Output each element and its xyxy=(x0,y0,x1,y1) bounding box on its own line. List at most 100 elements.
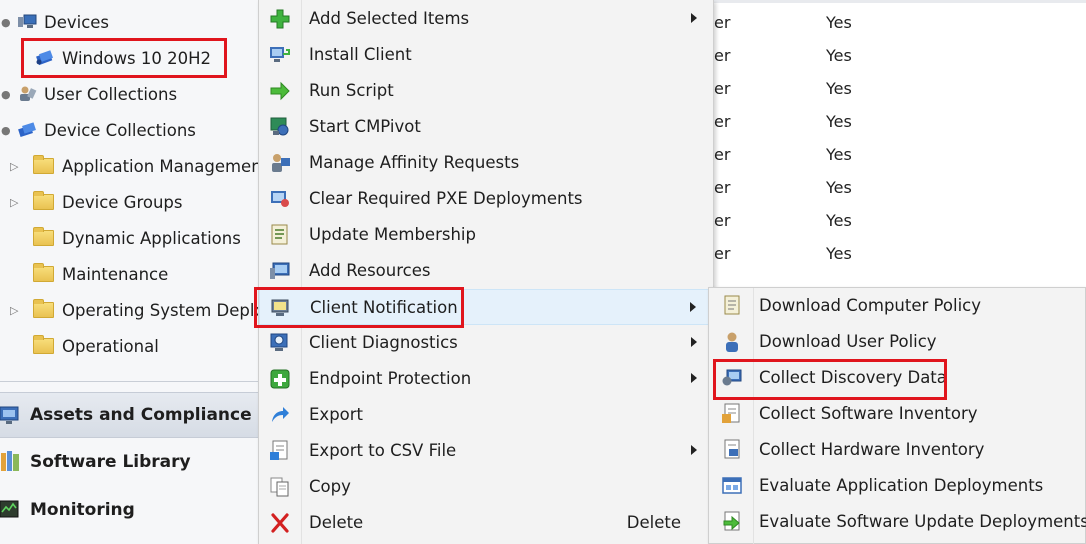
submenu-arrow-icon xyxy=(691,337,697,347)
list-row[interactable]: er Yes xyxy=(714,104,1086,137)
list-cell: er xyxy=(714,178,731,197)
menu-item-label: Collect Software Inventory xyxy=(759,404,978,423)
user-policy-icon xyxy=(726,332,738,352)
computer-policy-icon xyxy=(724,295,740,315)
csv-export-icon xyxy=(270,440,288,460)
menu-item-run-script[interactable]: Run Script xyxy=(259,73,713,109)
list-cell: er xyxy=(714,244,731,263)
assets-compliance-icon xyxy=(0,406,19,424)
menu-item-client-diagnostics[interactable]: Client Diagnostics xyxy=(259,325,713,361)
list-row[interactable]: er Yes xyxy=(714,137,1086,170)
list-row[interactable]: er Yes xyxy=(714,203,1086,236)
tree-folder-operational[interactable]: Operational xyxy=(33,329,159,363)
list-cell: Yes xyxy=(826,79,852,98)
menu-item-label: Download Computer Policy xyxy=(759,296,981,315)
list-cell: er xyxy=(714,46,731,65)
workspace-software-library[interactable]: Software Library xyxy=(0,439,258,485)
client-diagnostics-icon xyxy=(270,333,288,351)
devices-icon xyxy=(18,14,37,28)
submenu-item-download-user-policy[interactable]: Download User Policy xyxy=(709,325,1085,361)
menu-item-add-resources[interactable]: Add Resources xyxy=(259,253,713,289)
list-cell: Yes xyxy=(826,46,852,65)
tree-folder-maintenance[interactable]: Maintenance xyxy=(33,257,168,291)
menu-item-label: Copy xyxy=(309,477,351,496)
submenu-item-collect-discovery-data[interactable]: Collect Discovery Data xyxy=(709,361,1085,397)
expand-chevron-icon[interactable]: ▷ xyxy=(10,196,18,209)
workspace-label: Software Library xyxy=(30,452,191,472)
workspace-monitoring[interactable]: Monitoring xyxy=(0,487,258,533)
menu-item-label: Run Script xyxy=(309,81,394,100)
menu-item-label: Evaluate Application Deployments xyxy=(759,476,1044,495)
tree-node-user-collections[interactable]: ● User Collections xyxy=(1,77,178,111)
expand-chevron-icon[interactable]: ▷ xyxy=(10,160,18,173)
workspace-assets-and-compliance[interactable]: Assets and Compliance xyxy=(0,392,258,438)
expand-chevron-icon[interactable]: ▷ xyxy=(10,304,18,317)
bullet-icon: ● xyxy=(1,123,11,137)
submenu-arrow-icon xyxy=(690,302,696,312)
software-inventory-icon xyxy=(722,403,740,423)
list-row[interactable]: er Yes xyxy=(714,38,1086,71)
submenu-arrow-icon xyxy=(691,13,697,23)
menu-item-label: Add Selected Items xyxy=(309,9,470,28)
pxe-icon xyxy=(271,191,289,207)
tree-node-devices[interactable]: ● Devices xyxy=(1,5,110,39)
endpoint-protection-icon xyxy=(270,369,290,389)
menu-item-client-notification[interactable]: Client Notification xyxy=(259,289,713,325)
menu-item-label: Update Membership xyxy=(309,225,476,244)
green-plus-icon xyxy=(270,9,290,29)
menu-item-copy[interactable]: Copy xyxy=(259,469,713,505)
list-cell: er xyxy=(714,112,731,131)
tree-folder-dynamic-applications[interactable]: Dynamic Applications xyxy=(33,221,241,255)
client-notification-icon xyxy=(271,299,289,316)
menu-item-label: Export to CSV File xyxy=(309,441,457,460)
folder-icon xyxy=(33,191,54,210)
update-membership-icon xyxy=(271,224,288,245)
menu-item-label: Collect Hardware Inventory xyxy=(759,440,985,459)
tree-node-windows-10-20h2[interactable]: Windows 10 20H2 xyxy=(34,41,211,75)
tree-node-device-collections[interactable]: ● Device Collections xyxy=(1,113,196,147)
menu-item-label: Evaluate Software Update Deployments xyxy=(759,512,1086,531)
menu-item-label: Install Client xyxy=(309,45,412,64)
tree-node-label: Application Management xyxy=(62,156,269,176)
tree-node-label: Maintenance xyxy=(62,264,169,284)
client-notification-submenu: Download Computer Policy Download User P… xyxy=(708,287,1086,544)
menu-item-label: Delete xyxy=(309,513,364,532)
menu-item-add-selected-items[interactable]: Add Selected Items xyxy=(259,1,713,37)
menu-item-clear-required-pxe-deployments[interactable]: Clear Required PXE Deployments xyxy=(259,181,713,217)
green-arrow-icon xyxy=(270,81,290,101)
navigation-pane: ● Devices Windows 10 20H2 ● User Collect… xyxy=(0,0,317,544)
tree-folder-device-groups[interactable]: ▷ Device Groups xyxy=(10,185,183,219)
menu-item-label: Client Notification xyxy=(310,298,458,317)
menu-item-delete[interactable]: Delete Delete xyxy=(259,505,713,541)
submenu-item-evaluate-software-update-deployments[interactable]: Evaluate Software Update Deployments xyxy=(709,505,1086,541)
submenu-item-download-computer-policy[interactable]: Download Computer Policy xyxy=(709,289,1085,325)
tree-node-label: User Collections xyxy=(44,84,178,104)
add-resources-icon xyxy=(270,262,290,279)
context-menu: Add Selected Items Install Client Run Sc… xyxy=(258,0,714,544)
list-cell: Yes xyxy=(826,13,852,32)
list-row[interactable]: er Yes xyxy=(714,71,1086,104)
folder-icon xyxy=(33,263,54,282)
tree-folder-application-management[interactable]: ▷ Application Management xyxy=(10,149,268,183)
submenu-item-collect-hardware-inventory[interactable]: Collect Hardware Inventory xyxy=(709,433,1085,469)
menu-item-manage-affinity-requests[interactable]: Manage Affinity Requests xyxy=(259,145,713,181)
copy-icon xyxy=(270,477,289,497)
menu-item-export-to-csv-file[interactable]: Export to CSV File xyxy=(259,433,713,469)
list-row[interactable]: er Yes xyxy=(714,236,1086,269)
menu-item-label: Start CMPivot xyxy=(309,117,421,136)
submenu-item-collect-software-inventory[interactable]: Collect Software Inventory xyxy=(709,397,1085,433)
menu-item-start-cmpivot[interactable]: Start CMPivot xyxy=(259,109,713,145)
tree-node-label: Devices xyxy=(44,12,110,32)
list-row[interactable]: er Yes xyxy=(714,5,1086,38)
menu-item-label: Download User Policy xyxy=(759,332,937,351)
menu-item-install-client[interactable]: Install Client xyxy=(259,37,713,73)
menu-item-update-membership[interactable]: Update Membership xyxy=(259,217,713,253)
list-row[interactable]: er Yes xyxy=(714,170,1086,203)
monitoring-icon xyxy=(0,500,19,518)
app-deployments-icon xyxy=(722,477,742,494)
hardware-inventory-icon xyxy=(724,439,740,459)
menu-item-export[interactable]: Export xyxy=(259,397,713,433)
list-cell: Yes xyxy=(826,244,852,263)
menu-item-endpoint-protection[interactable]: Endpoint Protection xyxy=(259,361,713,397)
submenu-item-evaluate-application-deployments[interactable]: Evaluate Application Deployments xyxy=(709,469,1085,505)
